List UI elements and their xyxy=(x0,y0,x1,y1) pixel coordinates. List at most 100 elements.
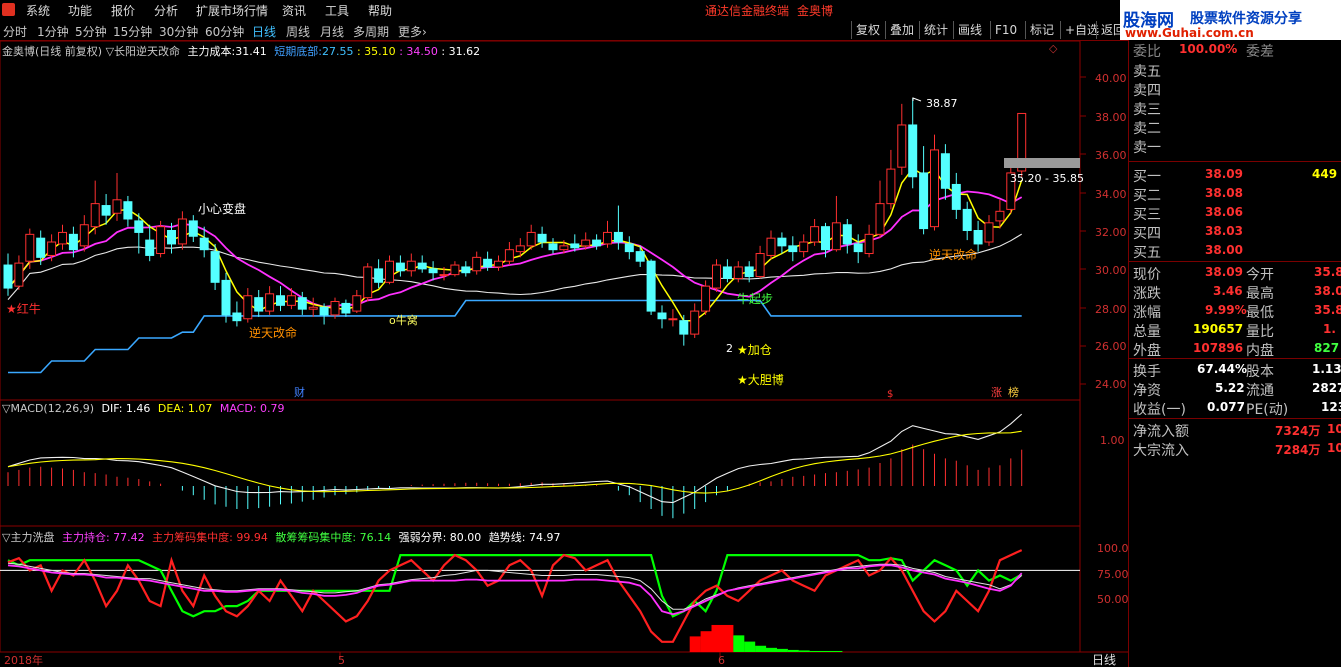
menu-item-quote[interactable]: 报价 xyxy=(111,2,135,19)
price-tick-26: 26.00 xyxy=(1095,340,1127,353)
menu-item-help[interactable]: 帮助 xyxy=(368,2,392,19)
toolbar-draw-button[interactable]: 画线 xyxy=(953,21,986,39)
candle xyxy=(472,251,482,275)
annotation-nitian-2: 逆天改命 xyxy=(929,247,977,262)
candle xyxy=(385,255,394,285)
period-tab-intraday[interactable]: 分时 xyxy=(3,23,27,40)
candle-body xyxy=(733,266,743,279)
candle xyxy=(308,297,318,317)
candle xyxy=(755,245,765,279)
macd-panel-border xyxy=(0,399,1081,527)
candle-body xyxy=(134,220,144,233)
candle-body xyxy=(308,306,318,310)
candle xyxy=(940,144,950,200)
period-tab-1min[interactable]: 1分钟 xyxy=(37,23,69,40)
bid-4: 买四 38.03 xyxy=(1133,224,1243,242)
menu-item-tools[interactable]: 工具 xyxy=(325,2,349,19)
toolbar-overlay-button[interactable]: 叠加 xyxy=(885,21,918,39)
macd-dif-line xyxy=(7,413,1023,504)
candle xyxy=(842,218,852,254)
chip-bar xyxy=(722,624,734,652)
diamond-icon[interactable]: ◇ xyxy=(1049,42,1057,55)
candle xyxy=(766,230,776,260)
toolbar-mark-button[interactable]: 标记 xyxy=(1025,21,1058,39)
candle xyxy=(646,259,656,315)
menu-item-news[interactable]: 资讯 xyxy=(282,2,306,19)
period-tab-more[interactable]: 更多› xyxy=(398,23,427,40)
main-concentration-line xyxy=(7,549,1023,643)
period-tab-multi[interactable]: 多周期 xyxy=(353,23,389,40)
chip-bar xyxy=(798,650,810,652)
candle xyxy=(145,224,155,262)
period-tab-5min[interactable]: 5分钟 xyxy=(75,23,107,40)
candle xyxy=(3,253,13,296)
toolbar-f10-button[interactable]: F10 xyxy=(990,21,1021,39)
toolbar-stats-button[interactable]: 统计 xyxy=(919,21,952,39)
kline-chart[interactable]: 40.00 38.00 36.00 34.00 32.00 30.00 28.0… xyxy=(0,41,1128,667)
candle-body xyxy=(58,231,67,245)
candle xyxy=(374,259,384,289)
candle-body xyxy=(930,149,939,228)
main-price-panel[interactable] xyxy=(3,97,1080,374)
candle-body xyxy=(570,243,580,249)
candle-body xyxy=(156,226,166,255)
price-tick-28: 28.00 xyxy=(1095,303,1127,316)
candle-body xyxy=(940,153,950,189)
candle xyxy=(722,259,732,283)
quote-net-assets: 净资5.22流通2827 xyxy=(1133,381,1341,399)
period-tab-daily[interactable]: 日线 xyxy=(252,23,276,40)
candle-body xyxy=(3,264,13,289)
quote-net-inflow: 净流入额 7324万 10 xyxy=(1133,422,1341,440)
bid-3: 买三 38.06 xyxy=(1133,205,1243,223)
period-tab-monthly[interactable]: 月线 xyxy=(320,23,344,40)
menu-item-system[interactable]: 系统 xyxy=(26,2,50,19)
toolbar-restore-rights-button[interactable]: 复权 xyxy=(851,21,884,39)
candle-body xyxy=(47,241,57,256)
period-tab-30min[interactable]: 30分钟 xyxy=(159,23,198,40)
candle-body xyxy=(722,266,732,279)
annotation-niuwo: o牛窝 xyxy=(389,313,418,327)
candle xyxy=(232,301,242,327)
wash-trend: 趋势线: 74.97 xyxy=(488,531,561,544)
wash-concentration: 主力筹码集中度: 99.94 xyxy=(152,531,268,544)
macd-panel[interactable] xyxy=(7,413,1023,519)
chip-bar xyxy=(689,636,701,652)
quote-turnover: 换手 67.44% 股本 1.13 xyxy=(1133,362,1341,380)
main-panel-border xyxy=(0,41,1081,401)
finance-event-marker: 财 xyxy=(294,385,305,399)
candle-body xyxy=(919,172,929,230)
period-tab-60min[interactable]: 60分钟 xyxy=(205,23,244,40)
limit-up-marker: 涨 xyxy=(991,386,1002,399)
annotation-nitian-1: 逆天改命 xyxy=(249,325,297,340)
wash-panel[interactable] xyxy=(0,549,1080,652)
menu-item-function[interactable]: 功能 xyxy=(68,2,92,19)
candle-body xyxy=(417,262,427,270)
candle xyxy=(712,259,721,292)
candle-body xyxy=(177,218,187,245)
chip-bar xyxy=(700,631,712,652)
candle xyxy=(363,263,373,302)
candle xyxy=(221,272,231,323)
period-tab-weekly[interactable]: 周线 xyxy=(286,23,310,40)
candle-body xyxy=(68,233,78,251)
quote-volume: 总量 190657 量比 1. xyxy=(1133,322,1336,340)
candle-body xyxy=(439,274,449,277)
candle xyxy=(951,172,961,219)
menu-item-analysis[interactable]: 分析 xyxy=(154,2,178,19)
ratio-label: 委比 xyxy=(1133,44,1161,60)
candle-body xyxy=(319,306,329,316)
chip-bar xyxy=(733,635,745,652)
candle-body xyxy=(406,260,416,272)
candle-body xyxy=(25,233,35,262)
axis-labels: 40.00 38.00 36.00 34.00 32.00 30.00 28.0… xyxy=(4,72,1128,667)
candle xyxy=(864,224,874,258)
candle-body xyxy=(581,239,591,247)
candle xyxy=(243,288,253,323)
candle xyxy=(875,180,885,239)
app-title: 通达信金融终端 xyxy=(705,4,790,18)
bid-2: 买二 38.08 xyxy=(1133,186,1243,204)
period-tab-15min[interactable]: 15分钟 xyxy=(113,23,152,40)
candle xyxy=(417,255,427,273)
candle-body xyxy=(450,264,460,276)
menu-item-extended-market[interactable]: 扩展市场行情 xyxy=(196,2,268,19)
